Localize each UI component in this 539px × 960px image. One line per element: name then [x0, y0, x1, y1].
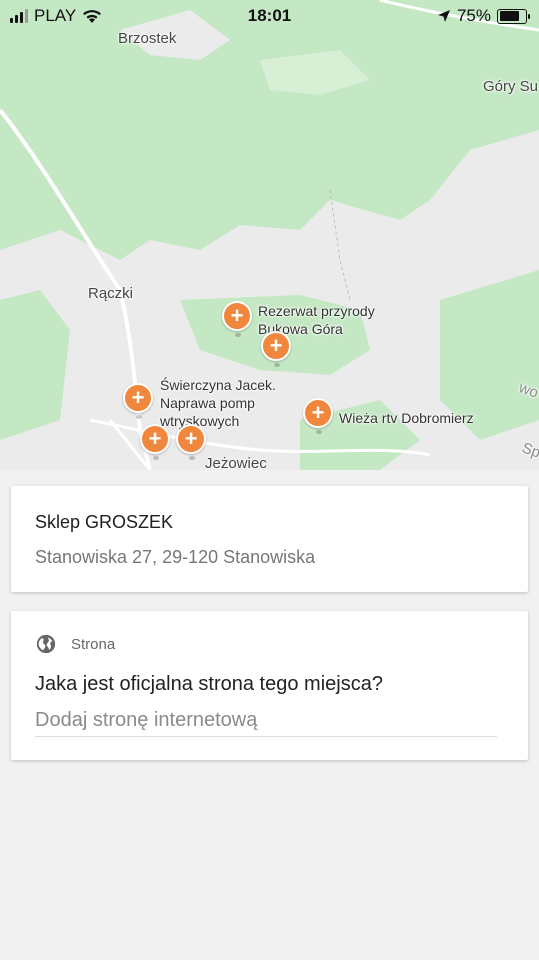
website-section-header: Strona	[35, 633, 115, 655]
poi-pin-5[interactable]: +	[176, 424, 206, 460]
place-card[interactable]: Sklep GROSZEK Stanowiska 27, 29-120 Stan…	[11, 486, 528, 592]
website-input[interactable]	[35, 709, 497, 737]
place-name: Sklep GROSZEK	[35, 512, 174, 532]
place-address: Stanowiska 27, 29-120 Stanowiska	[35, 547, 316, 567]
map-view[interactable]: Brzostek Góry Su Rączki Jeżowiec wo Sp +…	[0, 0, 539, 470]
poi-label-wieza[interactable]: Wieża rtv Dobromierz	[339, 409, 474, 427]
map-label-jezowiec: Jeżowiec	[205, 455, 267, 470]
map-label-brzostek: Brzostek	[118, 30, 177, 47]
poi-pin-wieza[interactable]: +	[303, 398, 333, 434]
map-label-raczki: Rączki	[88, 285, 134, 302]
battery-icon	[497, 8, 530, 24]
battery-percent: 75%	[456, 6, 491, 25]
map-label-gory: Góry Su	[483, 78, 539, 95]
poi-pin-swierczyna[interactable]: +	[123, 383, 153, 419]
website-question: Jaka jest oficjalna strona tego miejsca?	[35, 673, 383, 695]
website-section-label: Strona	[71, 635, 116, 653]
website-card: Strona Jaka jest oficjalna strona tego m…	[11, 611, 528, 760]
status-bar: PLAY 18:01 75%	[0, 0, 539, 30]
poi-pin-2[interactable]: +	[261, 331, 291, 367]
poi-pin-rezerwat[interactable]: +	[222, 301, 252, 337]
globe-icon	[36, 634, 56, 654]
poi-pin-4[interactable]: +	[140, 424, 170, 460]
status-right: 75%	[437, 6, 530, 26]
location-arrow-icon	[437, 10, 450, 22]
poi-label-swierczyna[interactable]: Świerczyna Jacek. Naprawa pomp wtryskowy…	[160, 376, 300, 430]
